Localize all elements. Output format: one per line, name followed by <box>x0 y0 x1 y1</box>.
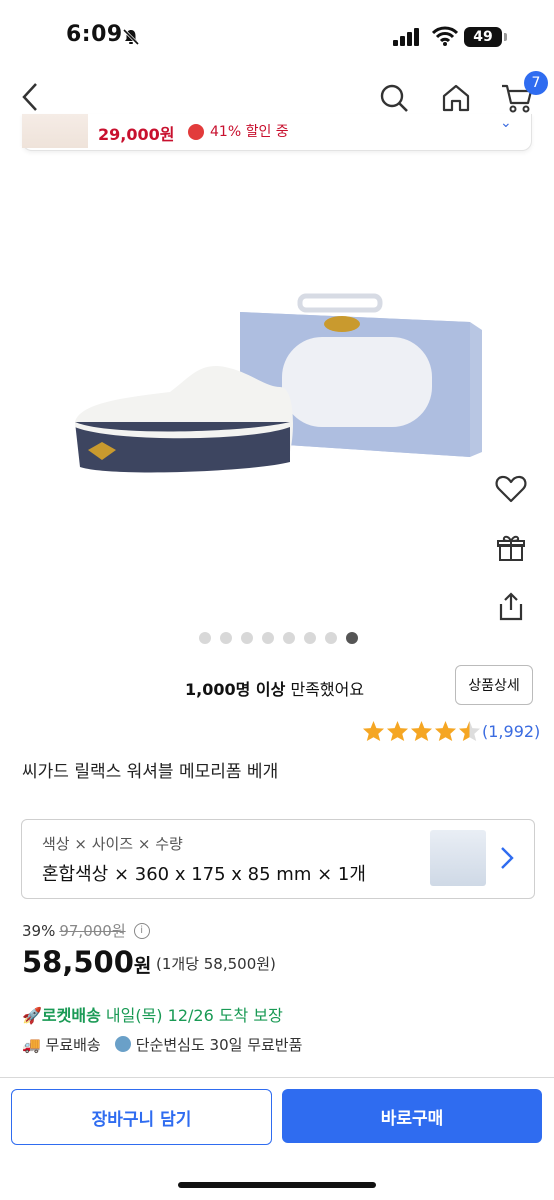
shipping-return-info: 🚚 무료배송 단순변심도 30일 무료반품 <box>22 1034 302 1055</box>
discount-badge-icon <box>188 124 204 140</box>
rocket-eta: 내일(목) 12/26 도착 보장 <box>105 1006 283 1025</box>
chevron-right-icon <box>501 847 514 869</box>
gallery-dot[interactable] <box>241 632 253 644</box>
free-shipping-text: 무료배송 <box>45 1036 101 1054</box>
free-return-text: 단순변심도 30일 무료반품 <box>135 1036 303 1054</box>
sale-price: 58,500원 <box>22 945 151 979</box>
wishlist-button[interactable] <box>492 470 530 508</box>
chevron-left-icon <box>22 83 37 111</box>
rocket-delivery: 🚀로켓배송 내일(목) 12/26 도착 보장 <box>22 1002 283 1026</box>
mini-discount-text: 41% 할인 중 <box>210 124 289 140</box>
product-detail-button[interactable]: 상품상세 <box>455 665 533 705</box>
gallery-dot[interactable] <box>262 632 274 644</box>
option-thumbnail <box>430 830 486 886</box>
home-indicator <box>178 1182 376 1188</box>
wifi-icon <box>432 26 458 46</box>
satisfaction-text: 1,000명 이상 만족했어요 <box>185 676 364 700</box>
star-icon <box>362 720 385 742</box>
rocket-icon: 🚀 <box>22 1006 42 1025</box>
back-button[interactable] <box>14 80 48 114</box>
rating-stars[interactable] <box>362 720 481 742</box>
star-icon <box>410 720 433 742</box>
unit-price: (1개당 58,500원) <box>156 955 276 973</box>
discount-line: 39% 97,000원 i <box>22 920 150 941</box>
gift-icon <box>497 535 525 561</box>
product-image[interactable] <box>50 292 490 507</box>
bottom-divider <box>0 1077 554 1078</box>
satisfaction-label: 만족했어요 <box>290 680 365 699</box>
rocket-label: 로켓배송 <box>41 1006 101 1025</box>
gallery-dot[interactable] <box>304 632 316 644</box>
product-title: 씨가드 릴랙스 워셔블 메모리폼 베개 <box>22 762 279 782</box>
home-button[interactable] <box>438 80 474 116</box>
cellular-signal-icon <box>393 28 419 46</box>
share-icon <box>499 592 523 621</box>
chevron-down-icon: ⌄ <box>500 115 512 131</box>
sale-price-value: 58,500 <box>22 945 134 979</box>
gallery-dot[interactable] <box>346 632 358 644</box>
search-icon <box>380 84 408 112</box>
satisfaction-count: 1,000명 이상 <box>185 680 286 699</box>
star-icon <box>458 720 481 742</box>
buy-now-button[interactable]: 바로구매 <box>282 1089 542 1143</box>
discount-rate: 39% <box>22 921 56 940</box>
review-count-link[interactable]: (1,992) <box>482 722 540 741</box>
gallery-dot[interactable] <box>283 632 295 644</box>
original-price: 97,000원 <box>59 922 126 940</box>
share-button[interactable] <box>493 588 529 624</box>
gallery-pagination[interactable] <box>199 632 358 644</box>
gift-button[interactable] <box>493 530 529 566</box>
sale-price-unit: 원 <box>133 955 152 977</box>
gallery-dot[interactable] <box>325 632 337 644</box>
mini-product-thumbnail <box>22 114 88 148</box>
status-time: 6:09 <box>66 22 123 47</box>
mini-price: 29,000원 <box>98 125 175 144</box>
star-icon <box>386 720 409 742</box>
truck-icon: 🚚 <box>22 1036 41 1054</box>
gallery-dot[interactable] <box>220 632 232 644</box>
option-value: 혼합색상 × 360 x 175 x 85 mm × 1개 <box>42 864 366 885</box>
return-icon <box>114 1036 131 1052</box>
info-icon[interactable]: i <box>133 922 150 939</box>
gallery-dot[interactable] <box>199 632 211 644</box>
add-to-cart-button[interactable]: 장바구니 담기 <box>11 1089 272 1145</box>
option-label: 색상 × 사이즈 × 수량 <box>42 835 183 853</box>
star-icon <box>434 720 457 742</box>
battery-indicator: 49 <box>464 27 502 47</box>
home-icon <box>442 84 470 112</box>
bell-muted-icon <box>122 28 140 46</box>
cart-count-badge: 7 <box>524 71 548 95</box>
search-button[interactable] <box>376 80 412 116</box>
battery-tip <box>504 33 507 41</box>
heart-icon <box>495 475 527 503</box>
